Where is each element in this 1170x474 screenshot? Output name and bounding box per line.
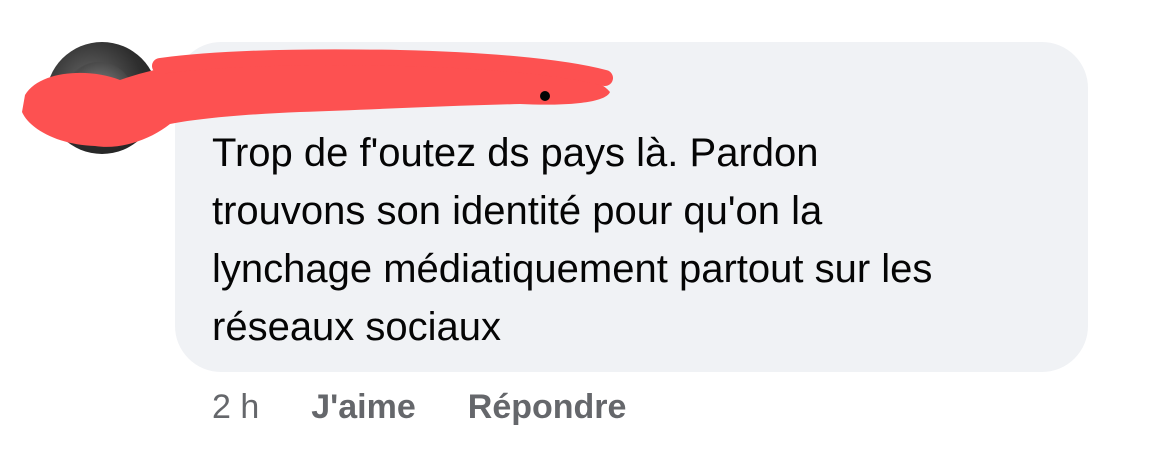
comment-line: réseaux sociaux [212,305,502,349]
reply-button[interactable]: Répondre [468,388,627,427]
avatar[interactable] [46,42,158,154]
comment-text: Trop de f'outez ds pays là. Pardon trouv… [212,124,1072,356]
comment-actions: 2 h J'aime Répondre [212,388,626,427]
comment-line: trouvons son identité pour qu'on la [212,189,823,233]
comment-screenshot: Trop de f'outez ds pays là. Pardon trouv… [0,0,1170,474]
comment-line: Trop de f'outez ds pays là. Pardon [212,131,819,175]
comment-line: lynchage médiatiquement partout sur les [212,247,933,291]
comment-timestamp[interactable]: 2 h [212,388,259,427]
like-button[interactable]: J'aime [311,388,416,427]
